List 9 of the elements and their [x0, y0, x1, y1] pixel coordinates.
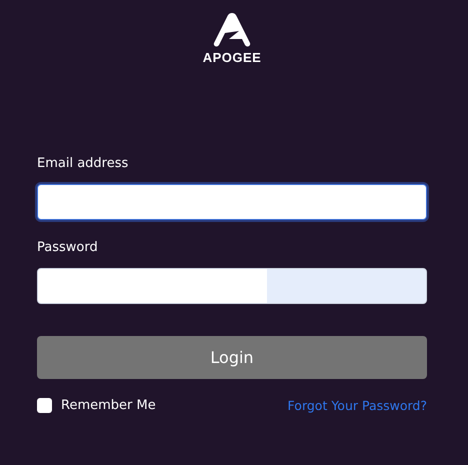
field-label: Email address	[37, 156, 128, 172]
logo-text: APOGEE	[202, 51, 262, 65]
login-button[interactable]: Login	[37, 336, 427, 379]
logo-icon	[211, 12, 253, 48]
field-label: Password	[37, 240, 98, 256]
remember-checkbox[interactable]	[37, 398, 52, 413]
forgot-password-link[interactable]: Forgot Your Password?	[288, 398, 427, 413]
input-field[interactable]	[37, 184, 427, 220]
remember-label: Remember Me	[61, 398, 156, 413]
